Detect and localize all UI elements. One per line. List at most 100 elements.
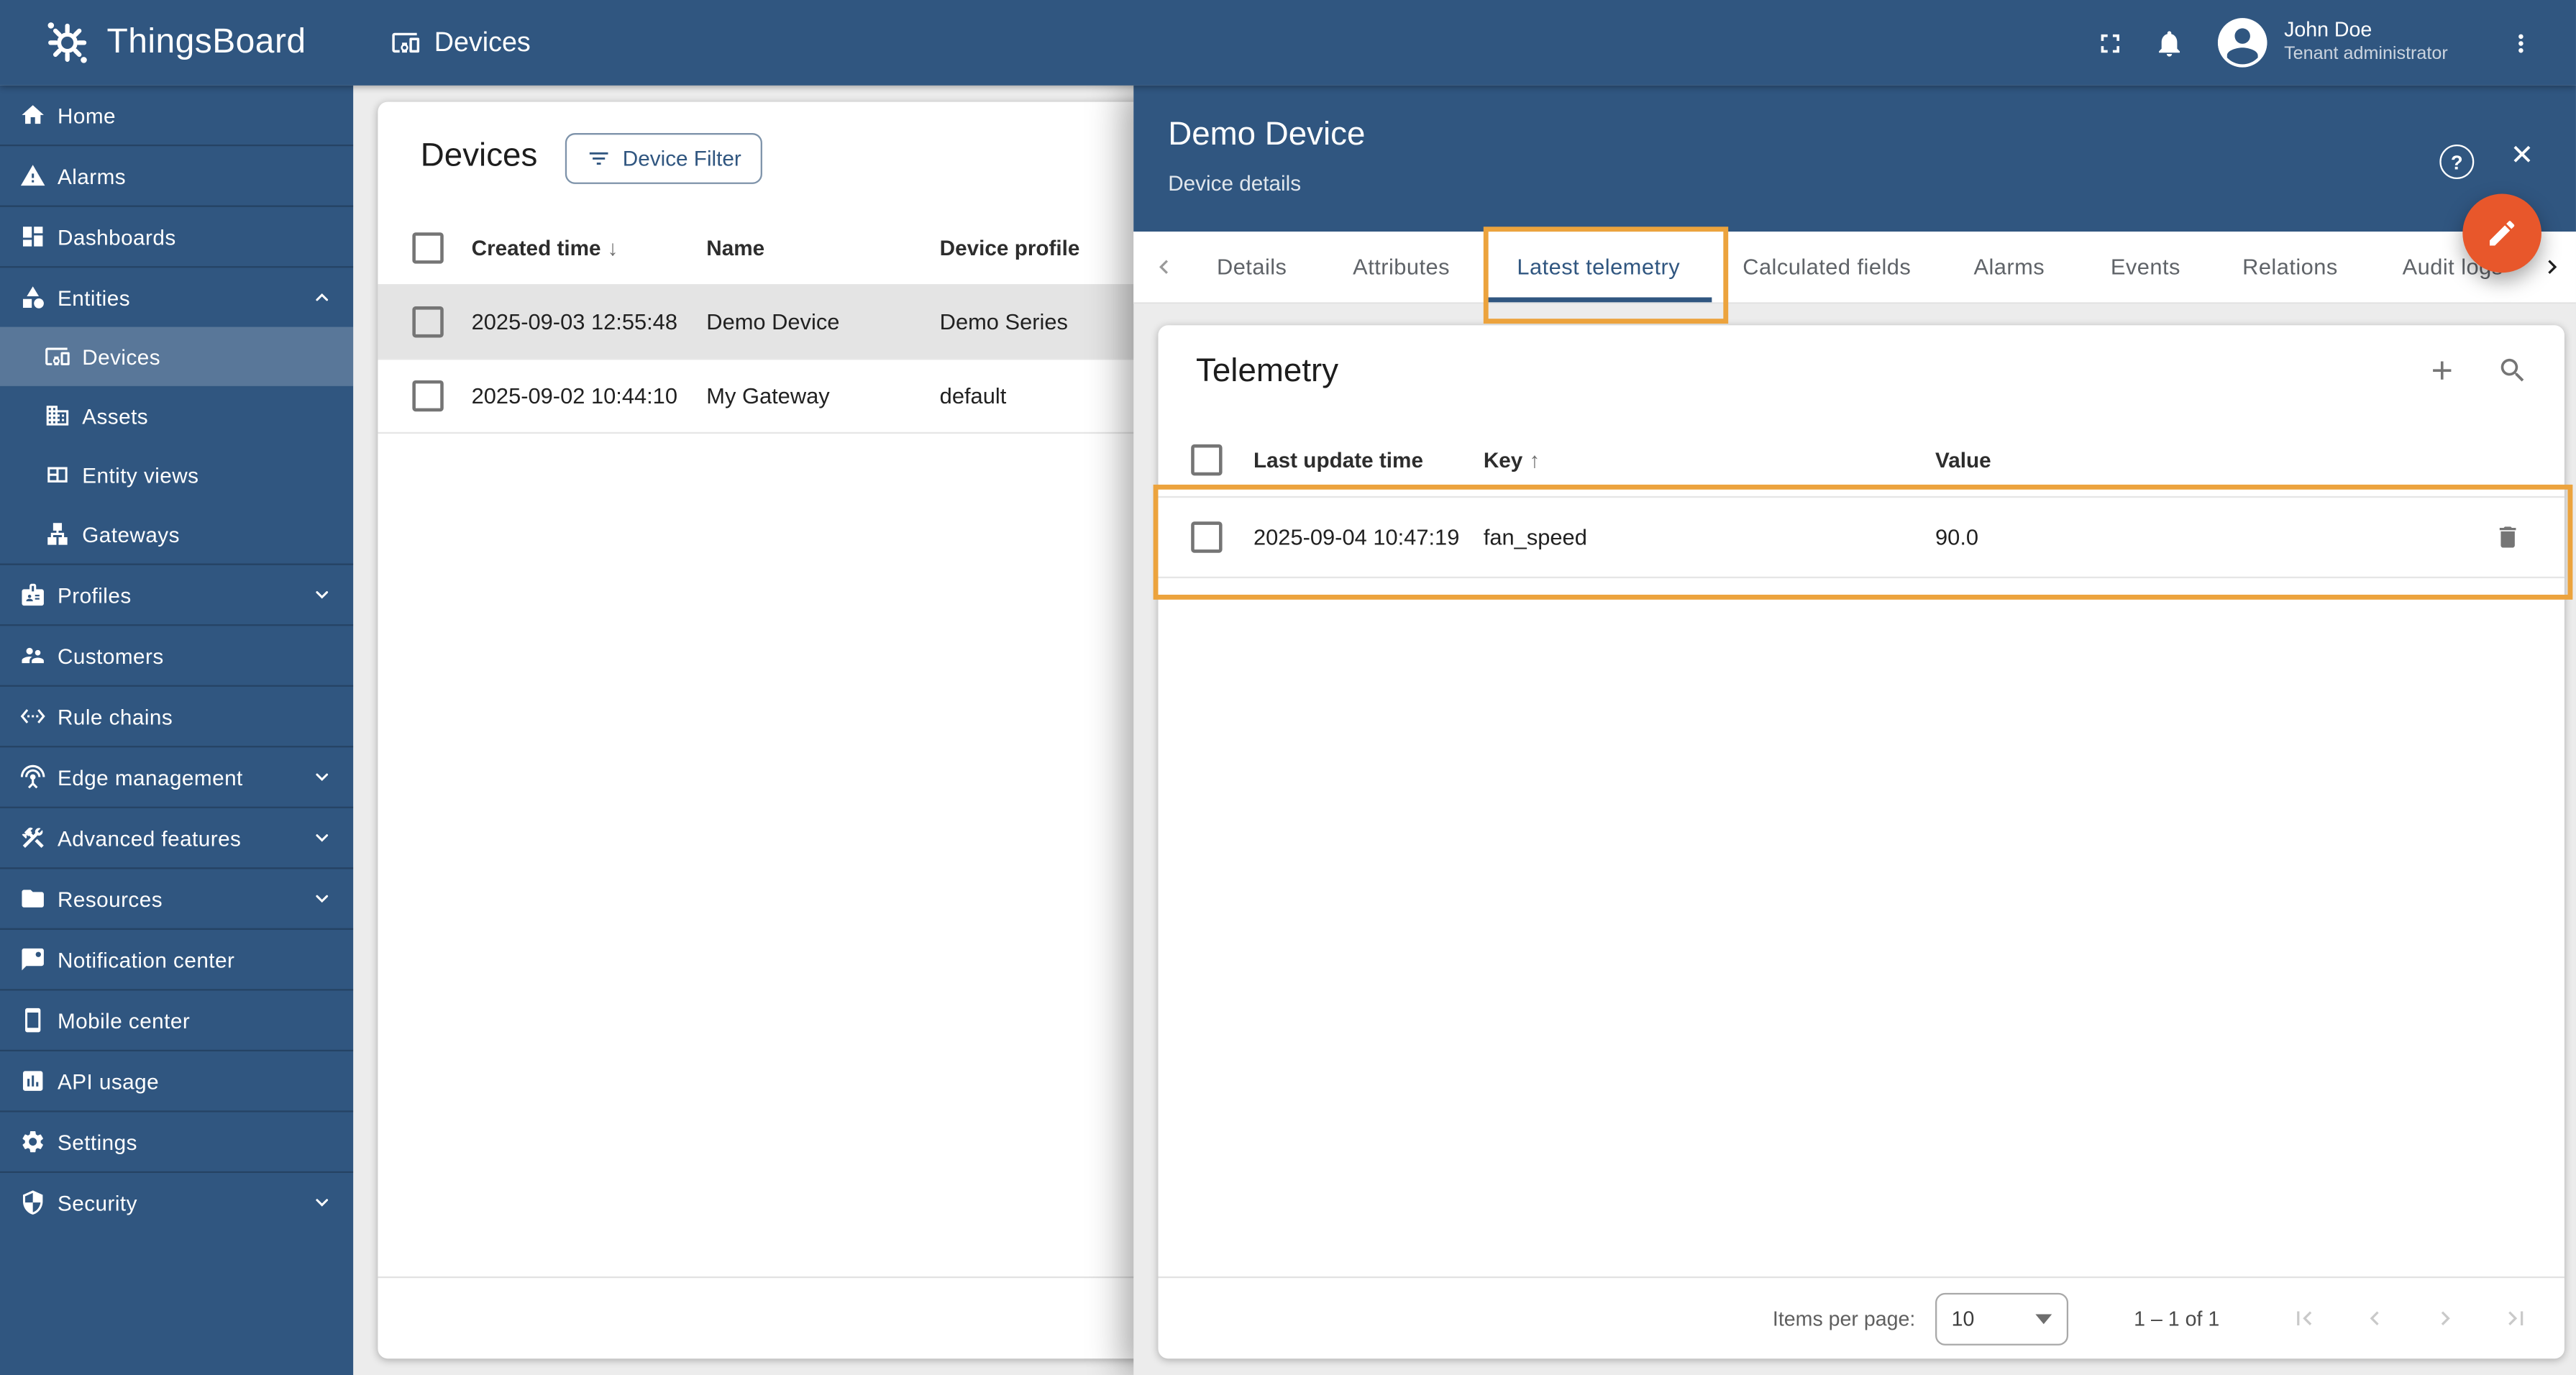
next-page-icon[interactable] [2431, 1305, 2459, 1333]
items-per-page-label: Items per page: [1772, 1307, 1916, 1330]
user-info[interactable]: John Doe Tenant administrator [2284, 19, 2448, 67]
sort-asc-arrow-icon: ↑ [1529, 447, 1540, 472]
column-header-device-profile[interactable]: Device profile [940, 235, 1080, 260]
previous-page-icon[interactable] [2361, 1305, 2389, 1333]
sidebar-item-api-usage[interactable]: API usage [0, 1049, 354, 1111]
column-header-created-time[interactable]: Created time ↓ [472, 235, 618, 260]
telemetry-actions [2426, 355, 2529, 385]
row-checkbox[interactable] [412, 305, 444, 337]
column-header-value[interactable]: Value [1935, 447, 1991, 472]
assets-icon [45, 403, 71, 429]
rule-chains-icon [19, 703, 46, 730]
edit-fab-button[interactable] [2462, 193, 2541, 273]
help-icon[interactable]: ? [2439, 145, 2475, 179]
last-page-icon[interactable] [2502, 1305, 2530, 1333]
sidebar-item-gateways[interactable]: Gateways [0, 504, 353, 563]
tab-calculated-fields[interactable]: Calculated fields [1743, 232, 1911, 302]
sidebar-item-entity-views[interactable]: Entity views [0, 445, 353, 504]
tab-relations[interactable]: Relations [2242, 232, 2338, 302]
column-header-last-update-time[interactable]: Last update time [1253, 447, 1423, 472]
sidebar-item-resources[interactable]: Resources [0, 867, 354, 928]
drawer-header: Demo Device Device details ? ✕ [1133, 85, 2576, 232]
sidebar-item-home[interactable]: Home [0, 86, 353, 145]
tab-events[interactable]: Events [2111, 232, 2180, 302]
sidebar-nav: Home Alarms Dashboards Entities Devices … [0, 85, 354, 1375]
select-all-checkbox[interactable] [1191, 444, 1223, 476]
paginator: Items per page: 10 1 – 1 of 1 [1158, 1276, 2564, 1358]
thingsboard-app: ThingsBoard Devices John Doe Tenant admi… [0, 0, 2576, 1375]
entity-views-icon [45, 462, 71, 488]
brand[interactable]: ThingsBoard [42, 18, 306, 68]
delete-telemetry-icon[interactable] [2494, 524, 2522, 552]
sidebar-item-assets[interactable]: Assets [0, 386, 353, 445]
telemetry-card: Telemetry Last update time Key ↑ Value 2… [1158, 325, 2564, 1359]
pencil-icon [2485, 217, 2518, 250]
mobile-center-icon [19, 1007, 46, 1033]
notifications-bell-icon[interactable] [2139, 13, 2198, 72]
sidebar-item-devices[interactable]: Devices [0, 326, 354, 386]
tab-latest-telemetry[interactable]: Latest telemetry [1517, 232, 1680, 302]
sidebar-item-notification-center[interactable]: Notification center [0, 928, 354, 990]
settings-gear-icon [19, 1128, 46, 1155]
column-header-name[interactable]: Name [706, 235, 764, 260]
table-row-my-gateway[interactable]: 2025-09-02 10:44:10 My Gateway default [378, 358, 1151, 434]
add-telemetry-icon[interactable] [2426, 355, 2457, 385]
table-footer-divider [378, 1276, 1151, 1279]
tab-scroll-left-icon[interactable] [1150, 253, 1178, 281]
security-shield-icon [19, 1189, 46, 1216]
sidebar-item-edge-management[interactable]: Edge management [0, 746, 354, 807]
devices-icon [45, 343, 71, 370]
entities-icon [19, 284, 46, 311]
column-header-key[interactable]: Key ↑ [1484, 447, 1540, 472]
page-size-select[interactable]: 10 [1935, 1292, 2068, 1345]
sidebar-item-security[interactable]: Security [0, 1171, 354, 1233]
sidebar-item-settings[interactable]: Settings [0, 1110, 354, 1171]
top-app-bar: ThingsBoard Devices John Doe Tenant admi… [0, 0, 2576, 86]
tab-attributes[interactable]: Attributes [1353, 232, 1450, 302]
chevron-down-icon [312, 828, 332, 847]
dashboards-icon [19, 224, 46, 250]
sidebar-item-rule-chains[interactable]: Rule chains [0, 685, 354, 746]
resources-icon [19, 885, 46, 912]
devices-panel-title: Devices [420, 137, 538, 175]
page-breadcrumb: Devices [391, 27, 531, 58]
sidebar-item-profiles[interactable]: Profiles [0, 563, 354, 625]
devices-table-header: Created time ↓ Name Device profile [378, 210, 1151, 286]
sidebar-item-dashboards[interactable]: Dashboards [0, 205, 354, 267]
row-checkbox[interactable] [1191, 521, 1223, 553]
close-icon[interactable]: ✕ [2511, 141, 2534, 169]
table-row-demo-device[interactable]: 2025-09-03 12:55:48 Demo Device Demo Ser… [378, 284, 1151, 360]
sort-desc-arrow-icon: ↓ [607, 234, 618, 260]
row-checkbox[interactable] [412, 379, 444, 411]
sidebar-item-alarms[interactable]: Alarms [0, 145, 354, 206]
device-details-drawer: Demo Device Device details ? ✕ Details A… [1133, 85, 2576, 1375]
sidebar-item-advanced-features[interactable]: Advanced features [0, 806, 354, 868]
tab-alarms[interactable]: Alarms [1973, 232, 2045, 302]
customers-icon [19, 642, 46, 669]
topbar-actions: John Doe Tenant administrator [2081, 13, 2550, 72]
advanced-features-icon [19, 825, 46, 851]
sidebar-item-entities[interactable]: Entities [0, 266, 354, 327]
tab-scroll-right-icon[interactable] [2538, 253, 2566, 281]
user-role: Tenant administrator [2284, 44, 2448, 64]
tab-details[interactable]: Details [1217, 232, 1287, 302]
chevron-down-icon [312, 1192, 332, 1212]
page-title: Devices [434, 27, 531, 57]
sidebar-item-customers[interactable]: Customers [0, 624, 354, 685]
drawer-tabs: Details Attributes Latest telemetry Calc… [1133, 232, 2576, 304]
chevron-down-icon [312, 585, 332, 604]
sidebar-item-mobile-center[interactable]: Mobile center [0, 989, 354, 1050]
gateways-icon [45, 521, 71, 547]
notification-center-icon [19, 946, 46, 973]
user-avatar[interactable] [2218, 18, 2268, 68]
drawer-subtitle: Device details [1168, 170, 1302, 196]
devices-page-icon [391, 28, 421, 58]
more-menu-icon[interactable] [2490, 13, 2549, 72]
first-page-icon[interactable] [2290, 1305, 2318, 1333]
telemetry-row-fan-speed[interactable]: 2025-09-04 10:47:19 fan_speed 90.0 [1158, 495, 2564, 579]
search-icon[interactable] [2497, 355, 2528, 385]
chevron-down-icon [312, 889, 332, 908]
fullscreen-icon[interactable] [2081, 13, 2139, 72]
select-all-checkbox[interactable] [412, 232, 444, 263]
device-filter-button[interactable]: Device Filter [565, 133, 763, 184]
